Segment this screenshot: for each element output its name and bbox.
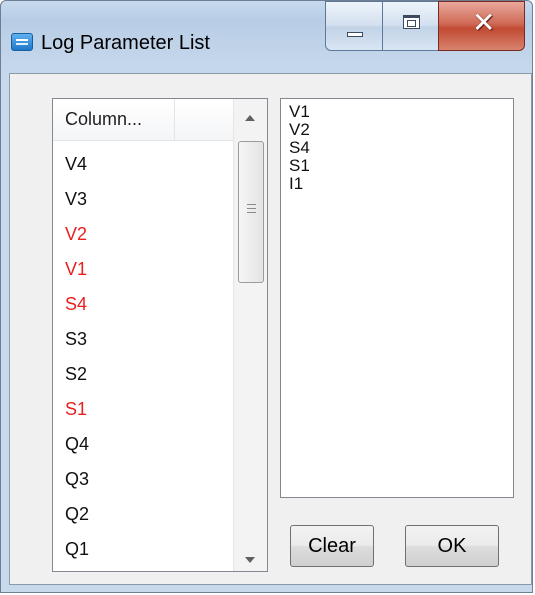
list-item[interactable]: V3 — [53, 182, 233, 217]
parameter-rows: V4 V3 V2 V1 S4 S3 S2 S1 Q4 Q3 Q2 Q1 — [53, 147, 233, 567]
list-header: Column... — [53, 99, 233, 141]
list-item[interactable]: V1 — [53, 252, 233, 287]
ok-button[interactable]: OK — [405, 525, 499, 567]
grip-line — [247, 212, 256, 213]
selected-parameters-textbox[interactable]: V1 V2 S4 S1 I1 — [280, 98, 514, 498]
close-icon: ✕ — [472, 6, 496, 39]
list-item[interactable]: S4 — [53, 287, 233, 322]
caption-buttons: ✕ — [325, 1, 525, 53]
list-app-icon — [11, 33, 33, 51]
close-button[interactable]: ✕ — [438, 1, 525, 51]
list-item[interactable]: V4 — [53, 147, 233, 182]
list-item[interactable]: Q2 — [53, 497, 233, 532]
column-header[interactable]: Column... — [53, 99, 175, 140]
selected-line: V2 — [289, 120, 310, 139]
dialog-client-area: Column... V4 V3 V2 V1 S4 S3 S2 S1 Q4 Q3 Q2 Q1 V1 V2 S… — [9, 73, 532, 585]
maximize-icon — [403, 15, 420, 29]
list-item[interactable]: Q1 — [53, 532, 233, 567]
vertical-scrollbar[interactable] — [233, 99, 267, 571]
selected-parameters-text: V1 V2 S4 S1 I1 — [289, 103, 310, 193]
selected-line: I1 — [289, 174, 304, 193]
list-item[interactable]: S3 — [53, 322, 233, 357]
scroll-down-arrow-icon[interactable] — [245, 557, 255, 563]
list-item[interactable]: V2 — [53, 217, 233, 252]
selected-line: S4 — [289, 138, 310, 157]
list-item[interactable]: Q4 — [53, 427, 233, 462]
parameter-list[interactable]: Column... V4 V3 V2 V1 S4 S3 S2 S1 Q4 Q3 Q2 Q1 — [52, 98, 268, 572]
scroll-up-arrow-icon[interactable] — [245, 115, 255, 121]
list-item[interactable]: S2 — [53, 357, 233, 392]
minimize-icon — [347, 32, 363, 37]
log-parameter-list-window: Log Parameter List ✕ Column... V4 V3 V2 V1 S… — [0, 0, 533, 593]
list-item[interactable]: S1 — [53, 392, 233, 427]
grip-line — [247, 208, 256, 209]
clear-button[interactable]: Clear — [290, 525, 374, 567]
column-header-label: Column... — [65, 109, 143, 129]
selected-line: S1 — [289, 156, 310, 175]
selected-line: V1 — [289, 102, 310, 121]
minimize-button[interactable] — [325, 1, 383, 51]
list-item[interactable]: Q3 — [53, 462, 233, 497]
maximize-button[interactable] — [382, 1, 439, 51]
scroll-thumb[interactable] — [238, 141, 264, 283]
grip-line — [247, 204, 256, 205]
window-title: Log Parameter List — [41, 32, 210, 54]
